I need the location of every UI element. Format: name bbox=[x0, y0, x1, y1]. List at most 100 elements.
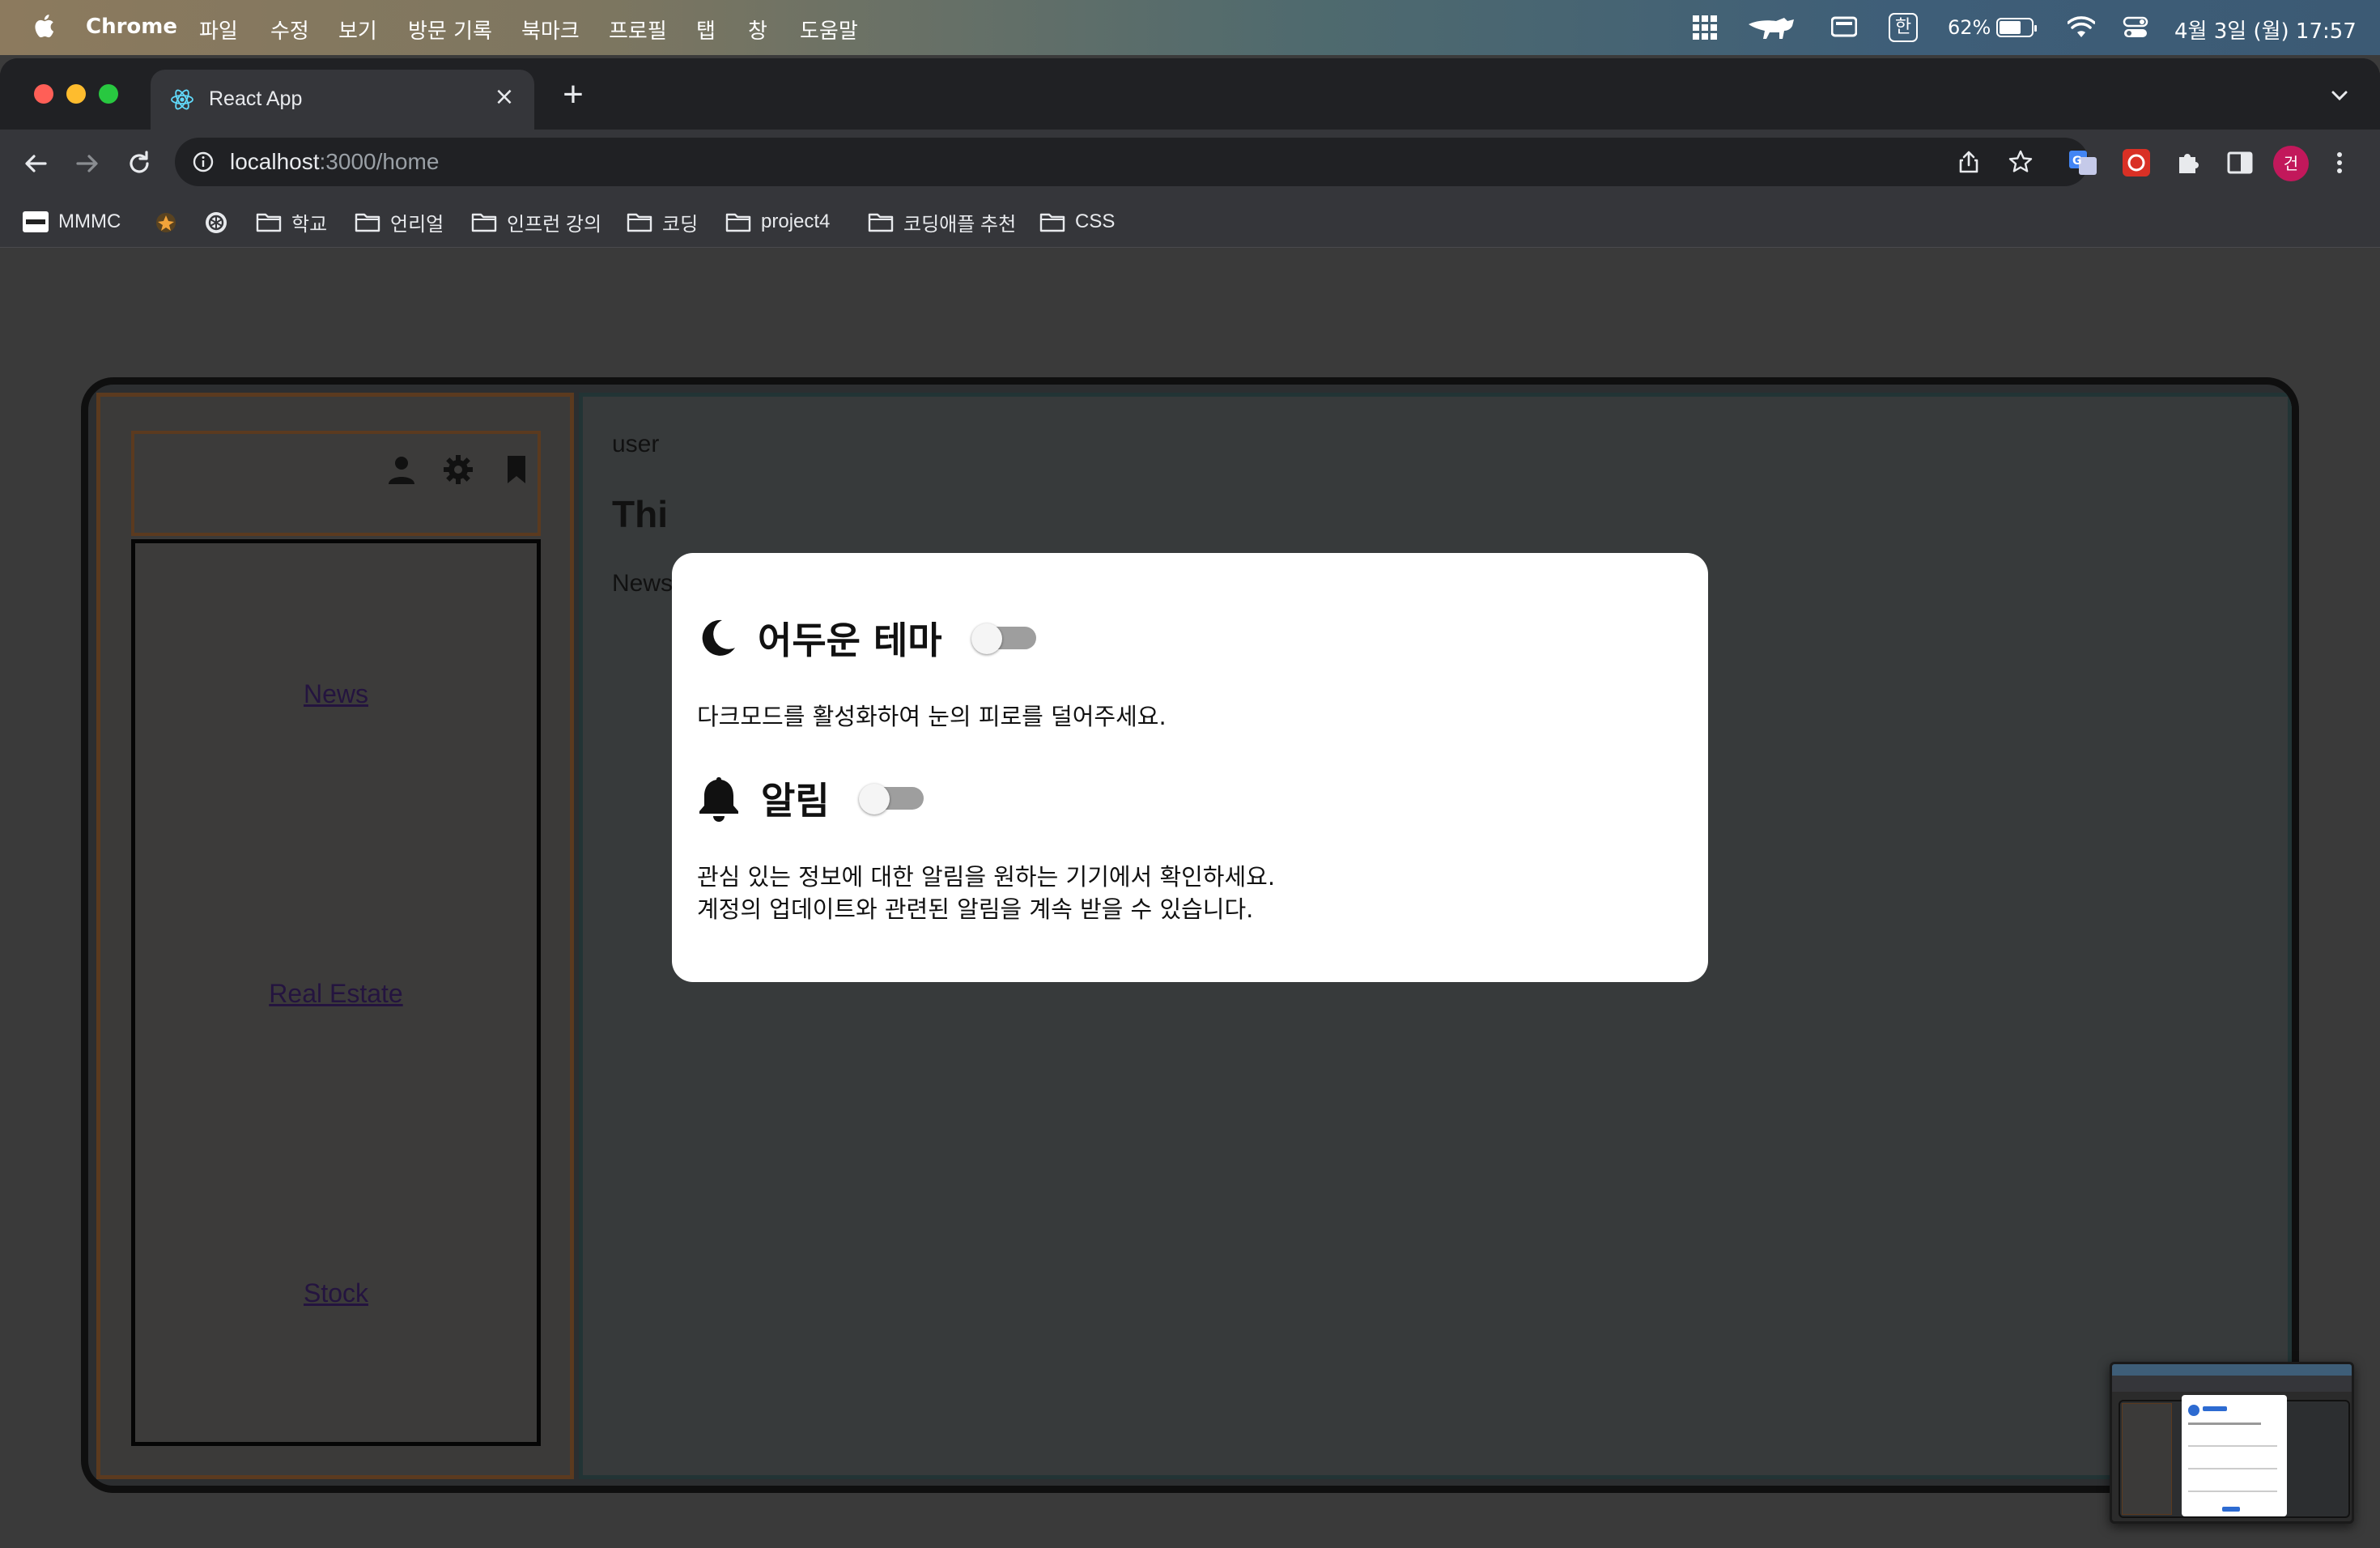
bookmark-icon[interactable] bbox=[500, 453, 533, 486]
toggle-knob bbox=[971, 623, 1002, 654]
dark-theme-row: 어두운 테마 bbox=[696, 611, 1036, 665]
more-menu-icon[interactable] bbox=[2328, 147, 2351, 178]
bookmark-folder-unreal[interactable]: 언리얼 bbox=[355, 208, 444, 236]
folder-icon bbox=[627, 213, 652, 232]
bookmark-label: project4 bbox=[761, 211, 831, 232]
nav-link-news[interactable]: News bbox=[135, 679, 537, 709]
svg-text:G: G bbox=[2072, 155, 2082, 168]
menu-app-name[interactable]: Chrome bbox=[86, 15, 177, 39]
menu-help[interactable]: 도움말 bbox=[800, 15, 858, 45]
react-logo-icon bbox=[171, 89, 193, 110]
chatgpt-favicon-icon[interactable] bbox=[204, 211, 228, 235]
dark-theme-title: 어두운 테마 bbox=[758, 619, 942, 662]
bookmark-folder-inflearn[interactable]: 인프런 강의 bbox=[471, 208, 601, 236]
forward-arrow-icon[interactable] bbox=[71, 147, 104, 180]
bookmark-folder-school[interactable]: 학교 bbox=[256, 208, 327, 236]
macos-menu-bar: Chrome 파일 수정 보기 방문 기록 북마크 프로필 탭 창 도움말 한 … bbox=[0, 0, 2380, 55]
extensions-puzzle-icon[interactable] bbox=[2173, 147, 2204, 178]
thumbnail-toolbar bbox=[2112, 1376, 2352, 1392]
gear-icon[interactable] bbox=[442, 453, 474, 486]
menu-view[interactable]: 보기 bbox=[338, 15, 377, 45]
main-heading: Thi bbox=[612, 493, 668, 535]
address-bar[interactable]: localhost:3000/home bbox=[175, 138, 2089, 186]
display-icon[interactable] bbox=[1831, 16, 1857, 39]
site-info-icon[interactable] bbox=[191, 150, 215, 174]
menu-bookmarks[interactable]: 북마크 bbox=[521, 15, 580, 45]
folder-icon bbox=[725, 213, 751, 232]
notifications-title: 알림 bbox=[761, 779, 830, 823]
bookmark-badge-icon[interactable] bbox=[154, 211, 178, 235]
chrome-window: React App × + localhost:3000/home G 건 MM… bbox=[0, 58, 2380, 1548]
tab-search-chevron-icon[interactable] bbox=[2328, 84, 2351, 107]
tab-title: React App bbox=[209, 87, 303, 110]
bookmark-star-icon[interactable] bbox=[2008, 149, 2034, 175]
back-arrow-icon[interactable] bbox=[19, 147, 52, 180]
tab-strip: React App × + bbox=[0, 58, 2380, 130]
new-tab-button[interactable]: + bbox=[559, 77, 588, 113]
menu-history[interactable]: 방문 기록 bbox=[408, 15, 492, 45]
input-source-indicator[interactable]: 한 bbox=[1889, 13, 1918, 42]
moon-icon bbox=[702, 619, 735, 656]
user-icon[interactable] bbox=[385, 453, 418, 486]
wifi-icon[interactable] bbox=[2068, 16, 2095, 39]
notifications-row: 알림 bbox=[696, 772, 924, 825]
share-icon[interactable] bbox=[1956, 149, 1982, 175]
folder-icon bbox=[256, 213, 282, 232]
page-viewport: News Real Estate Stock user Thi News 어두운… bbox=[0, 248, 2380, 1548]
battery-icon[interactable] bbox=[1996, 18, 2037, 37]
menu-edit[interactable]: 수정 bbox=[270, 15, 309, 45]
dark-theme-description: 다크모드를 활성화하여 눈의 피로를 덜어주세요. bbox=[697, 703, 1167, 730]
menu-file[interactable]: 파일 bbox=[199, 15, 238, 45]
bookmark-label: 학교 bbox=[291, 213, 328, 236]
bookmarks-bar: MMMC 학교 언리얼 인프런 강의 코딩 project4 코딩애플 추천 C… bbox=[0, 198, 2380, 248]
bookmark-label: CSS bbox=[1075, 211, 1116, 232]
sidebar-header bbox=[131, 431, 541, 536]
bookmark-folder-css[interactable]: CSS bbox=[1039, 208, 1115, 236]
profile-avatar[interactable]: 건 bbox=[2273, 146, 2309, 181]
menu-profile[interactable]: 프로필 bbox=[609, 15, 667, 45]
bookmark-label: 코딩애플 추천 bbox=[903, 213, 1017, 236]
sidebar-nav: News Real Estate Stock bbox=[131, 539, 541, 1446]
folder-icon bbox=[868, 213, 894, 232]
menu-tab[interactable]: 탭 bbox=[696, 15, 716, 45]
bookmark-folder-project4[interactable]: project4 bbox=[725, 208, 830, 236]
bookmark-label: 코딩 bbox=[662, 213, 699, 236]
sidebar: News Real Estate Stock bbox=[96, 393, 574, 1479]
extension-red-icon[interactable] bbox=[2121, 147, 2152, 178]
menu-window[interactable]: 창 bbox=[748, 15, 767, 45]
menubar-clock[interactable]: 4월 3일 (월) 17:57 bbox=[2174, 15, 2357, 45]
control-center-icon[interactable] bbox=[2123, 15, 2148, 40]
folder-icon bbox=[1039, 213, 1065, 232]
bell-icon bbox=[699, 777, 738, 822]
notifications-description-line1: 관심 있는 정보에 대한 알림을 원하는 기기에서 확인하세요. bbox=[697, 863, 1276, 891]
bookmark-mmmc[interactable]: MMMC bbox=[23, 208, 121, 236]
nav-link-real-estate[interactable]: Real Estate bbox=[135, 979, 537, 1009]
main-user-label: user bbox=[612, 431, 660, 457]
settings-modal: 어두운 테마 다크모드를 활성화하여 눈의 피로를 덜어주세요. 알림 관심 있… bbox=[672, 553, 1708, 982]
url-text[interactable]: localhost:3000/home bbox=[230, 149, 439, 175]
google-translate-icon[interactable]: G bbox=[2068, 147, 2098, 178]
window-zoom-button[interactable] bbox=[99, 84, 118, 104]
dark-theme-toggle[interactable] bbox=[971, 623, 1036, 654]
nav-link-stock[interactable]: Stock bbox=[135, 1278, 537, 1308]
running-cat-icon[interactable] bbox=[1747, 13, 1797, 42]
tab-react-app[interactable]: React App × bbox=[151, 70, 534, 130]
window-minimize-button[interactable] bbox=[66, 84, 86, 104]
thumbnail-menubar bbox=[2112, 1364, 2352, 1376]
folder-icon bbox=[471, 213, 497, 232]
browser-toolbar: localhost:3000/home G 건 bbox=[0, 130, 2380, 198]
reload-icon[interactable] bbox=[123, 147, 155, 180]
toggle-knob bbox=[858, 784, 890, 814]
apple-logo-icon[interactable] bbox=[31, 11, 55, 40]
folder-icon bbox=[355, 213, 380, 232]
bookmark-folder-coding[interactable]: 코딩 bbox=[627, 208, 698, 236]
grid-apps-icon[interactable] bbox=[1692, 15, 1718, 40]
side-panel-icon[interactable] bbox=[2225, 147, 2255, 178]
tab-close-icon[interactable]: × bbox=[492, 85, 516, 110]
window-close-button[interactable] bbox=[34, 84, 53, 104]
notifications-toggle[interactable] bbox=[858, 784, 924, 814]
bookmark-label: 언리얼 bbox=[390, 213, 444, 236]
screenshot-thumbnail[interactable] bbox=[2110, 1362, 2354, 1524]
bookmark-folder-codingapple[interactable]: 코딩애플 추천 bbox=[868, 208, 1016, 236]
battery-percent: 62% bbox=[1948, 16, 1991, 39]
